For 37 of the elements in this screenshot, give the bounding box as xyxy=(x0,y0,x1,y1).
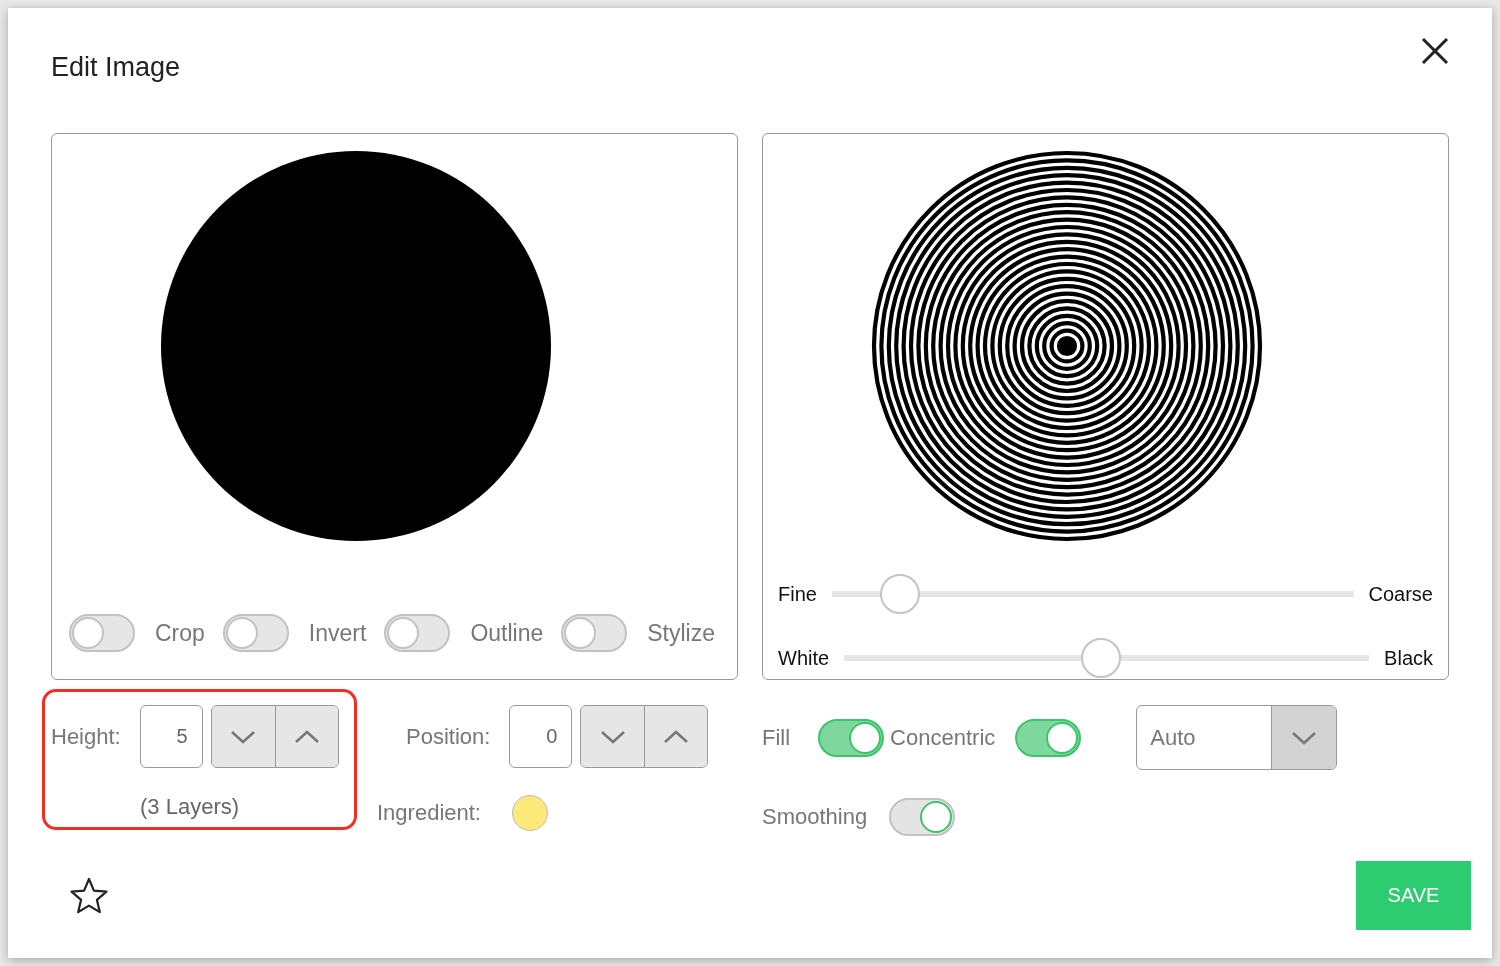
field-label: Position: xyxy=(406,723,491,750)
chevron-down-icon xyxy=(599,728,626,745)
field-label: Ingredient: xyxy=(377,800,481,826)
toggle-label: Outline xyxy=(470,619,544,647)
star-icon[interactable] xyxy=(69,875,109,916)
toggle-switch[interactable] xyxy=(561,614,628,652)
slider-thumb[interactable] xyxy=(1081,638,1122,678)
slider-label: White xyxy=(778,646,830,670)
toggle-switch[interactable] xyxy=(818,718,885,757)
chevron-down-icon xyxy=(230,728,257,745)
toggle-label: Smoothing xyxy=(762,804,868,830)
close-icon[interactable] xyxy=(1420,36,1450,66)
toggle-label: Crop xyxy=(155,619,205,647)
color-swatch[interactable] xyxy=(511,795,548,831)
layers-note: (3 Layers) xyxy=(140,794,240,820)
slider-label: Black xyxy=(1384,646,1433,670)
toggle-label: Fill xyxy=(762,724,791,751)
chevron-down-icon xyxy=(1291,729,1318,746)
mode-dropdown[interactable]: Auto xyxy=(1136,705,1338,770)
toggle-switch[interactable] xyxy=(384,614,451,652)
chevron-up-icon xyxy=(293,728,320,745)
toggle-label: Stylize xyxy=(647,619,715,647)
toggle-label: Concentric xyxy=(890,724,996,751)
increment-button[interactable] xyxy=(274,706,338,767)
toggle-switch[interactable] xyxy=(69,614,135,652)
toggle-switch[interactable] xyxy=(222,614,289,652)
chevron-up-icon xyxy=(663,728,690,745)
dialog-title: Edit Image xyxy=(51,52,182,84)
number-field[interactable]: 0 xyxy=(509,705,573,768)
slider-label: Coarse xyxy=(1368,582,1433,606)
slider-label: Fine xyxy=(778,582,817,606)
toggle-switch[interactable] xyxy=(1015,718,1082,757)
number-field[interactable]: 5 xyxy=(139,705,203,768)
increment-button[interactable] xyxy=(644,706,708,767)
toggle-label: Invert xyxy=(308,619,367,647)
slider-thumb[interactable] xyxy=(879,574,920,614)
field-label: Height: xyxy=(51,723,121,750)
